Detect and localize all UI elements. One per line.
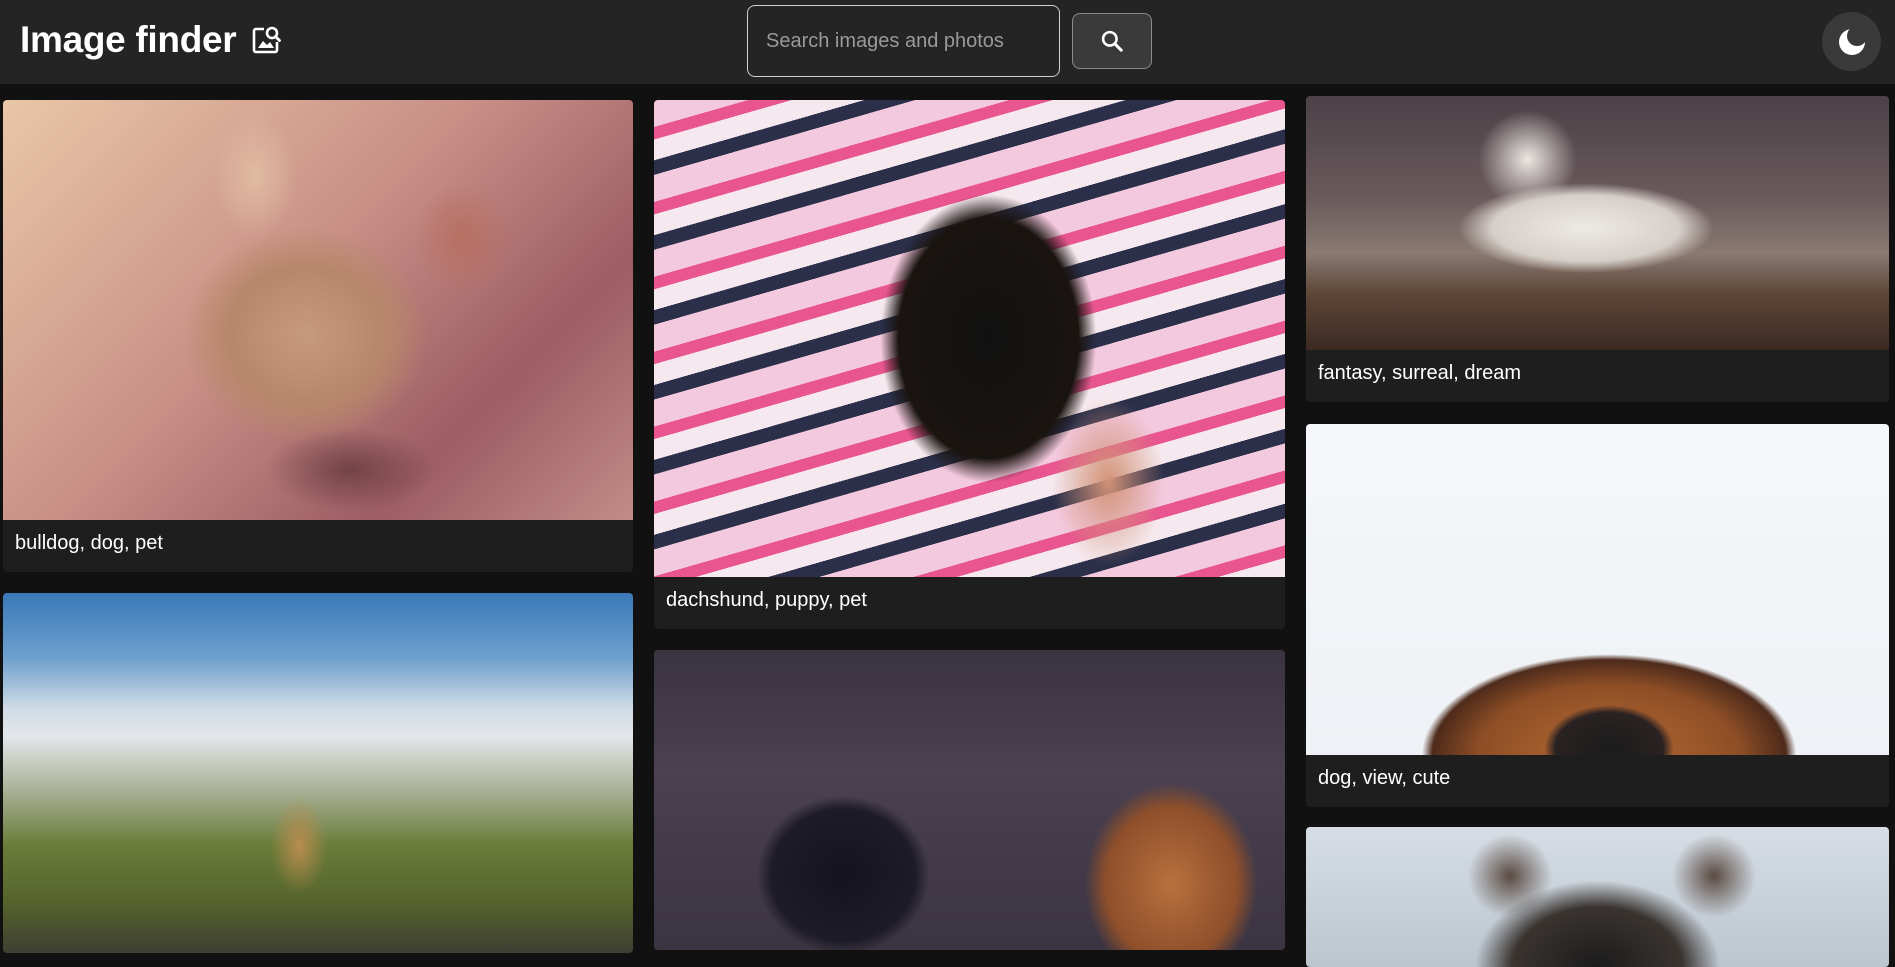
- image-card[interactable]: dog, view, cute: [1306, 424, 1889, 807]
- photo-husky[interactable]: [1306, 827, 1889, 967]
- image-card[interactable]: fantasy, surreal, dream: [1306, 96, 1889, 402]
- brand: Image finder: [20, 18, 282, 62]
- photo-cat-and-dog[interactable]: [654, 650, 1285, 950]
- image-search-icon: [253, 26, 282, 54]
- moon-icon: [1838, 28, 1865, 55]
- image-card[interactable]: [1306, 827, 1889, 967]
- search-icon: [1101, 30, 1123, 52]
- search-input[interactable]: [747, 5, 1060, 77]
- photo-bulldog[interactable]: [3, 100, 633, 520]
- image-card[interactable]: [654, 650, 1285, 950]
- image-caption: bulldog, dog, pet: [15, 532, 163, 554]
- photo-fantasy-dog[interactable]: [1306, 96, 1889, 350]
- image-caption: dog, view, cute: [1318, 767, 1451, 789]
- search-button[interactable]: [1072, 13, 1152, 69]
- app-title: Image finder: [20, 19, 237, 60]
- image-card[interactable]: [3, 593, 633, 953]
- image-caption: fantasy, surreal, dream: [1318, 362, 1522, 384]
- app-header: Image finder: [0, 0, 1895, 84]
- image-card[interactable]: bulldog, dog, pet: [3, 100, 633, 572]
- image-caption: dachshund, puppy, pet: [666, 589, 867, 611]
- photo-mountain-dog[interactable]: [3, 593, 633, 953]
- photo-dog-view[interactable]: [1306, 424, 1889, 755]
- image-card[interactable]: dachshund, puppy, pet: [654, 100, 1285, 629]
- theme-toggle-button[interactable]: [1822, 12, 1881, 71]
- photo-dachshund[interactable]: [654, 100, 1285, 577]
